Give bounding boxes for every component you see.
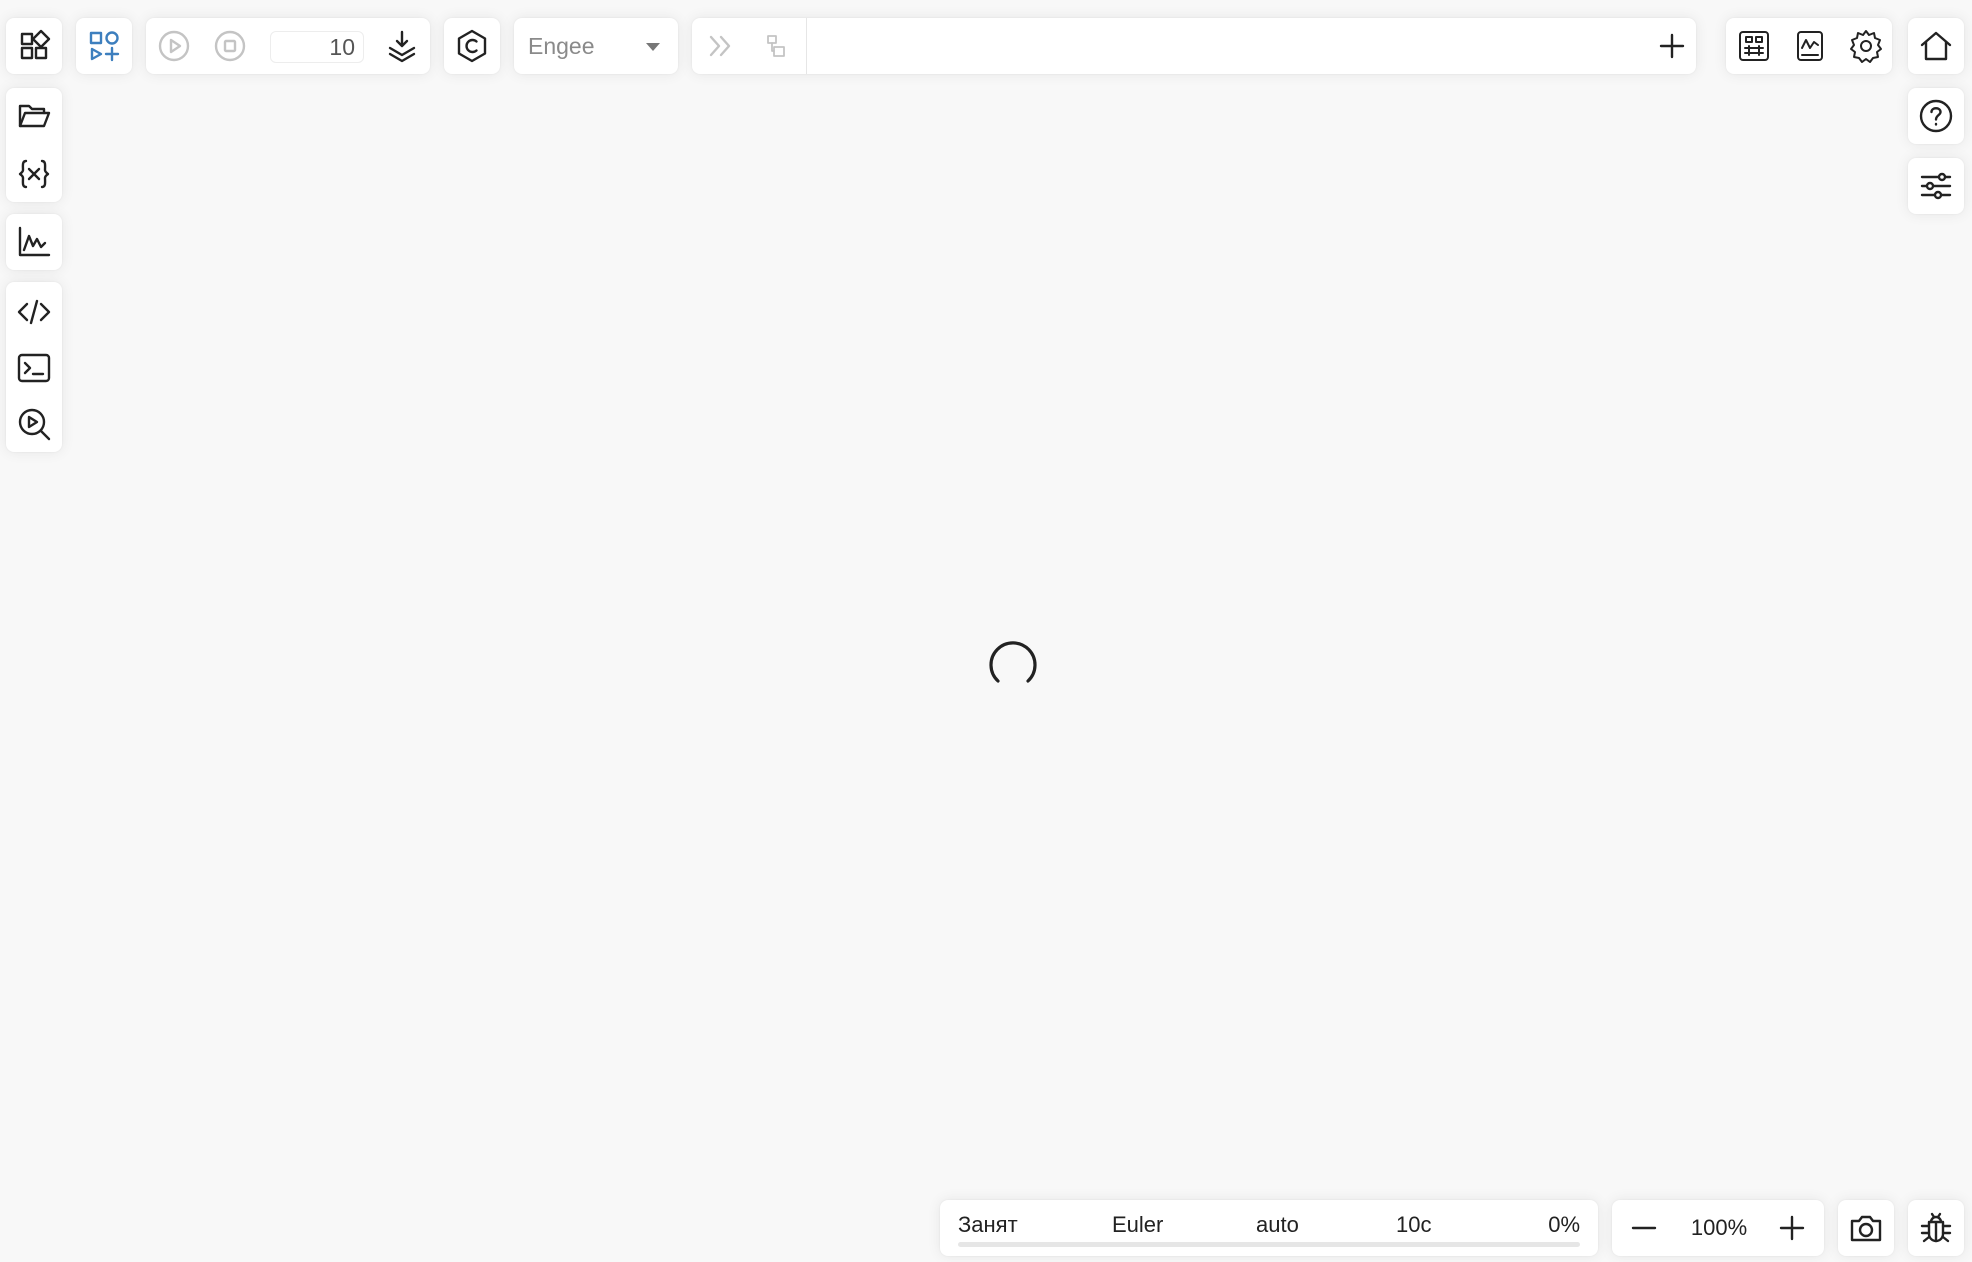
- zoom-in-icon[interactable]: [1768, 1204, 1816, 1252]
- camera-icon[interactable]: [1842, 1204, 1890, 1252]
- zoom-out-icon[interactable]: [1620, 1204, 1668, 1252]
- zoom-controls: 100%: [1612, 1200, 1824, 1256]
- status-time: 10с: [1396, 1212, 1432, 1237]
- graphs-icon[interactable]: [1786, 22, 1834, 70]
- play-icon[interactable]: [150, 22, 198, 70]
- zoom-level: 100%: [1690, 1215, 1748, 1240]
- status-solver: Euler: [1112, 1212, 1164, 1237]
- plus-icon[interactable]: [1648, 22, 1696, 70]
- chevron-double-right-icon[interactable]: [696, 22, 744, 70]
- home-icon[interactable]: [1912, 22, 1960, 70]
- search-zoom-icon[interactable]: [10, 400, 58, 448]
- stop-icon[interactable]: [206, 22, 254, 70]
- simulation-status-bar: Занят Euler auto 10с 0%: [940, 1200, 1598, 1256]
- solver-dropdown[interactable]: Engee: [514, 18, 678, 74]
- status-state: Занят: [958, 1212, 1018, 1237]
- solver-dropdown-value: Engee: [528, 32, 595, 59]
- model-tabs-area: [806, 18, 1696, 74]
- help-icon[interactable]: [1912, 92, 1960, 140]
- subsystem-icon[interactable]: [752, 22, 800, 70]
- variables-icon[interactable]: [10, 150, 58, 198]
- status-progress-text: 0%: [1548, 1212, 1580, 1237]
- code-icon[interactable]: [10, 288, 58, 336]
- sliders-icon[interactable]: [1912, 162, 1960, 210]
- status-step: auto: [1256, 1212, 1299, 1237]
- signal-panel-icon[interactable]: [1730, 22, 1778, 70]
- chevron-down-icon: [646, 43, 660, 51]
- step-download-icon[interactable]: [378, 22, 426, 70]
- simulation-progress-bar: [958, 1242, 1580, 1247]
- blocks-library-icon[interactable]: [10, 22, 58, 70]
- chart-icon[interactable]: [10, 218, 58, 266]
- codegen-icon[interactable]: [448, 22, 496, 70]
- bug-icon[interactable]: [1912, 1204, 1960, 1252]
- loading-spinner-icon: [989, 641, 1037, 683]
- add-block-icon[interactable]: [80, 22, 128, 70]
- gear-icon[interactable]: [1842, 22, 1890, 70]
- terminal-icon[interactable]: [10, 344, 58, 392]
- simulation-steps-input[interactable]: [270, 31, 364, 63]
- folder-open-icon[interactable]: [10, 92, 58, 140]
